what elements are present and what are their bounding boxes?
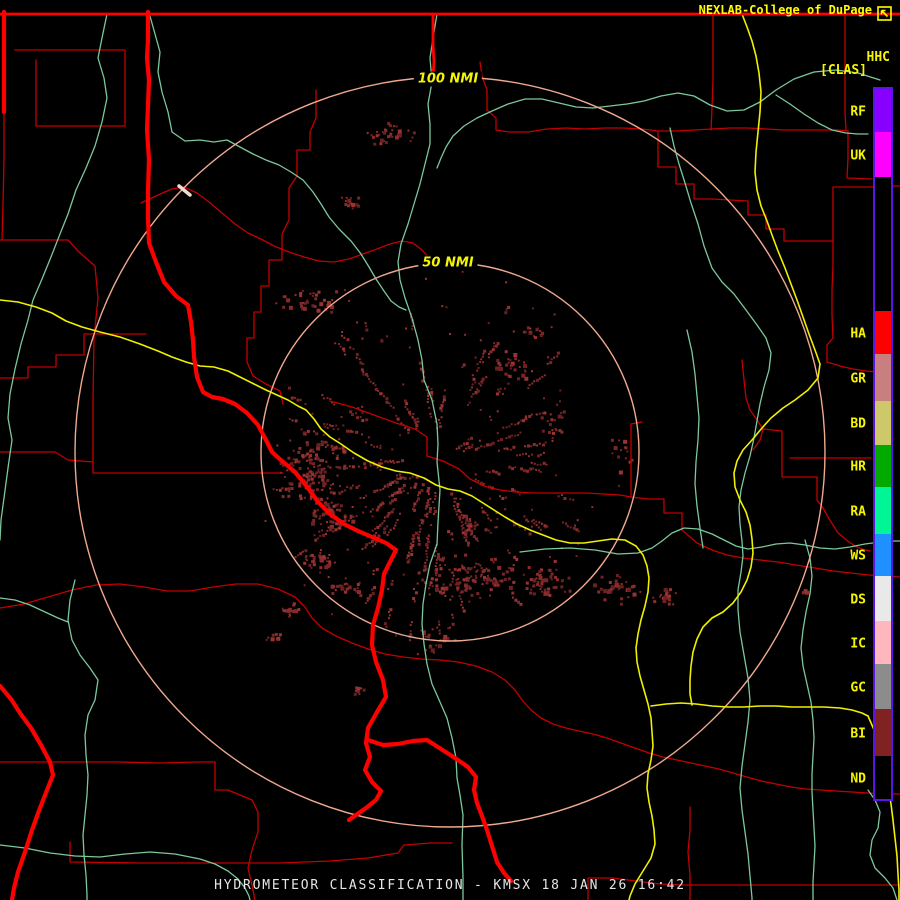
legend-segment-DS — [875, 576, 891, 621]
external-link-arrow-icon[interactable] — [877, 6, 892, 21]
legend-segment-GR — [875, 354, 891, 401]
legend-label-BD: BD — [850, 418, 866, 431]
legend-segment-BI — [875, 709, 891, 756]
map-layer-rivers — [0, 14, 900, 900]
range-ring-label: 50 NMI — [418, 256, 477, 271]
legend-segment-RF — [875, 89, 891, 132]
legend-label-HR: HR — [850, 461, 866, 474]
legend-label-BI: BI — [850, 727, 866, 740]
map-layer-highways — [0, 14, 899, 900]
legend-title: HHC — [867, 50, 890, 65]
legend-colorbar — [873, 87, 893, 801]
range-ring — [75, 77, 825, 827]
legend-label-UK: UK — [850, 149, 866, 162]
legend-segment-ND — [875, 756, 891, 799]
legend-label-DS: DS — [850, 593, 866, 606]
legend-segment-IC — [875, 621, 891, 664]
brand-text: NEXLAB-College of DuPage — [699, 3, 872, 17]
product-title: HYDROMETEOR CLASSIFICATION - KMSX 18 JAN… — [0, 878, 900, 893]
range-ring-label: 100 NMI — [414, 72, 482, 87]
legend-segment-WS — [875, 534, 891, 576]
legend-segment-RA — [875, 487, 891, 534]
legend-label-RF: RF — [850, 105, 866, 118]
legend-segment-UK — [875, 132, 891, 177]
map-layer-interstate-thin — [0, 14, 900, 76]
legend-label-WS: WS — [850, 550, 866, 563]
map-layer-county-borders — [0, 14, 900, 900]
radar-display: NEXLAB-College of DuPage HHC [CLAS] RF UK… — [0, 0, 900, 900]
map-layer-interstates — [0, 12, 511, 900]
legend-segment-BD — [875, 401, 891, 445]
legend-label-GC: GC — [850, 681, 866, 694]
legend-subtitle: [CLAS] — [820, 63, 867, 78]
legend-segment-HR — [875, 445, 891, 487]
map-layer-range-rings — [75, 77, 825, 827]
legend-label-GR: GR — [850, 372, 866, 385]
radar-map — [0, 0, 900, 900]
legend-label-HA: HA — [850, 327, 866, 340]
legend-segment-gap — [875, 177, 891, 311]
legend-label-IC: IC — [850, 637, 866, 650]
legend-label-RA: RA — [850, 505, 866, 518]
legend-segment-HA — [875, 311, 891, 354]
legend-segment-GC — [875, 664, 891, 709]
legend-label-ND: ND — [850, 772, 866, 785]
